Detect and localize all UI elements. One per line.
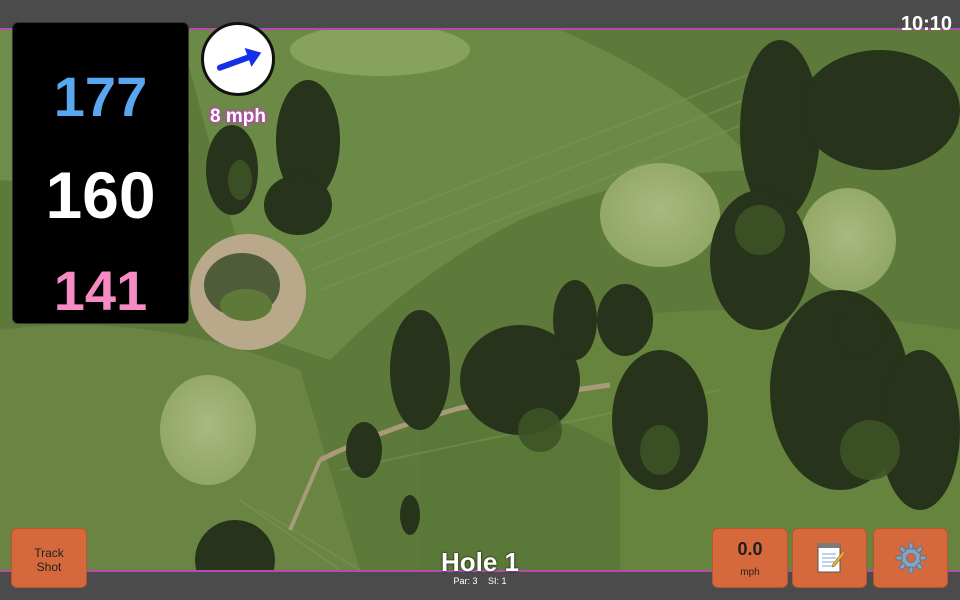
track-shot-button[interactable]: Track Shot bbox=[11, 528, 87, 588]
notepad-icon bbox=[817, 543, 845, 573]
middle-distance: 160 bbox=[45, 158, 156, 232]
back-distance: 177 bbox=[53, 65, 148, 128]
track-shot-label-line2: Shot bbox=[36, 560, 62, 574]
front-distance: 141 bbox=[53, 259, 148, 322]
hole-si: SI: 1 bbox=[488, 576, 507, 586]
hole-title: Hole 1 bbox=[440, 547, 520, 577]
speed-value: 0.0 bbox=[737, 539, 763, 559]
track-shot-label-line1: Track bbox=[34, 546, 64, 560]
hole-par: Par: 3 bbox=[453, 576, 478, 586]
clock: 10:10 bbox=[900, 13, 952, 35]
wind-speed: 8 mph bbox=[210, 106, 266, 127]
settings-button[interactable] bbox=[873, 528, 948, 588]
wind-direction-arrow-icon bbox=[216, 48, 262, 71]
hole-info: Par: 3 SI: 1 bbox=[380, 577, 580, 586]
wind-indicator bbox=[201, 22, 275, 96]
speed-unit: mph bbox=[740, 567, 760, 578]
speed-button[interactable]: 0.0 mph bbox=[712, 528, 788, 588]
gear-icon bbox=[895, 542, 926, 574]
notes-button[interactable] bbox=[792, 528, 867, 588]
distance-panel: 177 160 141 bbox=[12, 22, 189, 324]
